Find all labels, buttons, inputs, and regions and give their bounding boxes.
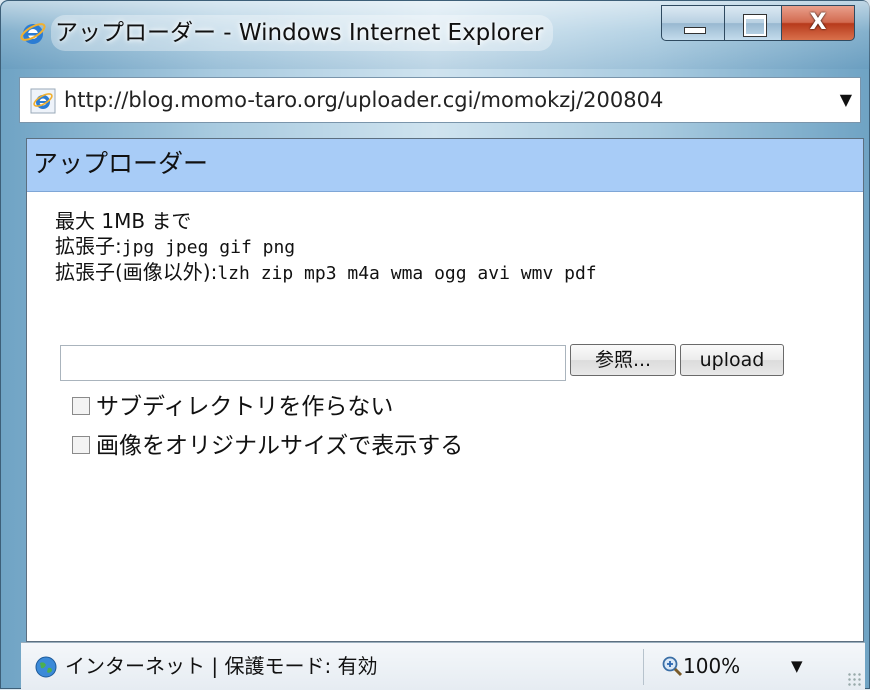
security-zone-text[interactable]: インターネット | 保護モード: 有効	[65, 643, 378, 689]
no-subdirectory-option[interactable]: サブディレクトリを作らない	[72, 392, 393, 422]
other-extensions-label: 拡張子(画像以外):	[55, 260, 218, 284]
ie-logo-icon	[20, 23, 46, 44]
no-subdirectory-checkbox[interactable]	[72, 396, 90, 415]
original-size-option[interactable]: 画像をオリジナルサイズで表示する	[72, 431, 463, 461]
page-content: アップローダー 最大 1MB まで 拡張子:jpg jpeg gif png 拡…	[26, 138, 864, 642]
extensions-label: 拡張子:	[55, 234, 122, 258]
page-title: アップローダー	[33, 149, 209, 178]
browse-button[interactable]: 参照...	[570, 344, 676, 376]
minimize-button[interactable]	[661, 5, 725, 41]
zoom-dropdown-icon[interactable]: ▼	[791, 643, 803, 689]
other-extensions-values: lzh zip mp3 m4a wma ogg avi wmv pdf	[217, 263, 597, 284]
upload-button[interactable]: upload	[680, 344, 784, 376]
url-text[interactable]: http://blog.momo-taro.org/uploader.cgi/m…	[64, 78, 663, 122]
status-bar: インターネット | 保護モード: 有効 100% ▼	[21, 642, 865, 690]
caption-buttons: X	[661, 5, 861, 45]
minimize-icon	[684, 27, 706, 34]
maximize-button[interactable]	[724, 5, 782, 41]
address-bar[interactable]: http://blog.momo-taro.org/uploader.cgi/m…	[19, 77, 861, 123]
file-path-input[interactable]	[60, 345, 566, 381]
resize-grip[interactable]	[847, 672, 861, 686]
globe-icon	[35, 656, 57, 678]
no-subdirectory-label[interactable]: サブディレクトリを作らない	[96, 394, 393, 420]
page-header: アップローダー	[27, 139, 863, 192]
close-button[interactable]: X	[781, 5, 855, 41]
zoom-level[interactable]: 100%	[683, 643, 740, 689]
magnifier-icon	[662, 656, 683, 677]
upload-info: 最大 1MB まで 拡張子:jpg jpeg gif png 拡張子(画像以外)…	[55, 209, 597, 286]
original-size-label[interactable]: 画像をオリジナルサイズで表示する	[96, 433, 463, 459]
other-extensions-line: 拡張子(画像以外):lzh zip mp3 m4a wma ogg avi wm…	[55, 260, 597, 286]
original-size-checkbox[interactable]	[72, 435, 90, 454]
extensions-values: jpg jpeg gif png	[121, 237, 296, 258]
address-dropdown-icon[interactable]: ▼	[840, 78, 852, 122]
status-divider	[643, 649, 644, 685]
ie-page-icon	[30, 88, 56, 114]
window-title: アップローダー - Windows Internet Explorer	[51, 15, 554, 51]
extensions-line: 拡張子:jpg jpeg gif png	[55, 234, 597, 260]
browser-window: アップローダー - Windows Internet Explorer X ht…	[0, 0, 870, 690]
close-icon: X	[809, 10, 827, 35]
title-bar[interactable]: アップローダー - Windows Internet Explorer X	[1, 1, 870, 69]
maximize-icon	[744, 15, 766, 36]
max-size-text: 最大 1MB まで	[55, 209, 192, 233]
